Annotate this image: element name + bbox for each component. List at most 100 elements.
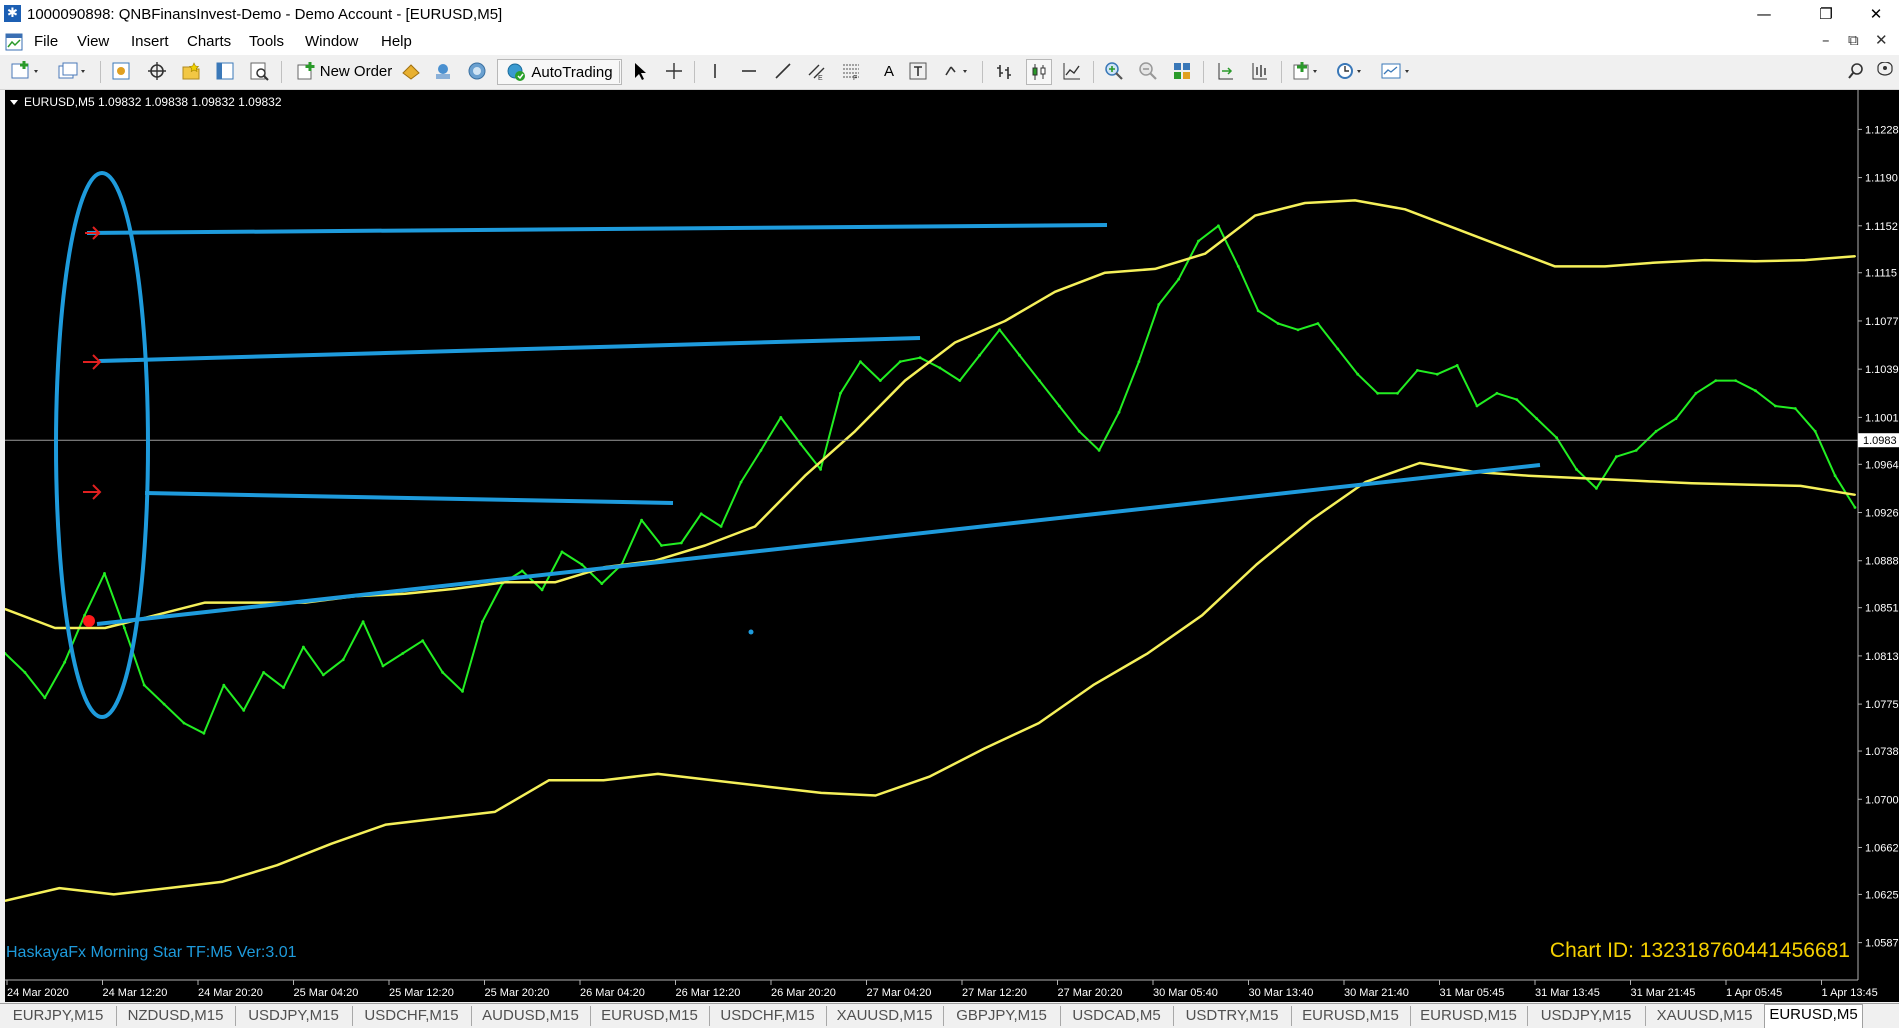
- vertical-line-icon[interactable]: [703, 59, 727, 83]
- profiles-icon[interactable]: [55, 59, 91, 83]
- navigator-icon[interactable]: [178, 59, 204, 83]
- child-minimize-button[interactable]: –: [1822, 31, 1830, 49]
- chart-tab[interactable]: AUDUSD,M15: [471, 1006, 591, 1026]
- menu-window[interactable]: Window: [305, 33, 358, 50]
- data-point: [404, 592, 406, 595]
- autoscroll-icon[interactable]: [1247, 59, 1271, 83]
- chart-tab[interactable]: USDJPY,M15: [1527, 1006, 1646, 1026]
- y-tick-label: 1.0775: [1865, 699, 1899, 711]
- x-tick-label: 26 Mar 04:20: [580, 987, 645, 999]
- data-point: [254, 601, 256, 604]
- templates-icon[interactable]: [1378, 59, 1416, 83]
- close-button[interactable]: ✕: [1853, 0, 1899, 29]
- candlesticks-icon[interactable]: [1026, 59, 1052, 85]
- menu-help[interactable]: Help: [381, 33, 412, 50]
- horizontal-line-icon[interactable]: [737, 59, 761, 83]
- chart-tab[interactable]: XAUUSD,M15: [826, 1006, 944, 1026]
- data-point: [1201, 614, 1204, 617]
- data-point: [481, 620, 484, 623]
- chart-tab[interactable]: EURUSD,M5: [1764, 1004, 1863, 1028]
- chart-tab[interactable]: GBPJPY,M15: [943, 1006, 1061, 1026]
- new-order-button[interactable]: New Order: [288, 59, 400, 83]
- trendline-icon[interactable]: [771, 59, 795, 83]
- autotrading-icon: [507, 63, 526, 81]
- menu-file[interactable]: File: [34, 33, 58, 50]
- y-tick-label: 1.1190: [1865, 173, 1898, 185]
- metaeditor-icon[interactable]: [398, 59, 424, 83]
- text-icon[interactable]: A: [874, 59, 904, 83]
- chart-window-icon[interactable]: [5, 33, 23, 51]
- toolbar: New Order AutoTrading E F A: [0, 55, 1899, 90]
- title-bar: ✱ 1000090898: QNBFinansInvest-Demo - Dem…: [0, 0, 1899, 29]
- chart-tab[interactable]: USDCAD,M5: [1060, 1006, 1174, 1026]
- data-point: [929, 775, 931, 778]
- chart-tab[interactable]: EURUSD,M15: [590, 1006, 710, 1026]
- chart-tab[interactable]: USDJPY,M15: [235, 1006, 353, 1026]
- data-point: [739, 480, 743, 484]
- y-tick-label: 1.1077: [1865, 316, 1899, 328]
- chart-tab[interactable]: NZDUSD,M15: [116, 1006, 236, 1026]
- data-point: [1745, 483, 1748, 486]
- y-tick-label: 1.1115: [1865, 268, 1897, 280]
- equidistant-channel-icon[interactable]: E: [805, 59, 829, 83]
- periods-icon[interactable]: [1334, 59, 1368, 83]
- menu-charts[interactable]: Charts: [187, 33, 231, 50]
- arrows-icon[interactable]: [940, 59, 974, 83]
- chart-tab[interactable]: USDCHF,M15: [709, 1006, 827, 1026]
- data-point: [1336, 347, 1340, 351]
- chart-tab[interactable]: EURJPY,M15: [0, 1006, 117, 1026]
- text-label-icon[interactable]: [906, 59, 930, 83]
- data-point: [441, 671, 444, 674]
- crosshair-icon[interactable]: [662, 59, 686, 83]
- data-point: [1774, 404, 1777, 408]
- tile-windows-icon[interactable]: [1170, 59, 1194, 83]
- data-point: [1654, 429, 1658, 433]
- chart-area[interactable]: 1.1228 1.1190 1.1152 1.1115 1.1077 1.1039 1.10…: [3, 90, 1899, 1002]
- data-point: [819, 468, 822, 471]
- menu-view[interactable]: View: [77, 33, 109, 50]
- signals-icon[interactable]: [430, 59, 456, 83]
- line-chart-icon[interactable]: [1060, 59, 1084, 83]
- menu-insert[interactable]: Insert: [131, 33, 169, 50]
- indicators-icon[interactable]: [1290, 59, 1324, 83]
- data-point: [1854, 493, 1856, 496]
- data-point: [1304, 202, 1306, 204]
- data-point: [656, 772, 659, 775]
- market-watch-icon[interactable]: [108, 59, 134, 83]
- data-point: [222, 683, 226, 687]
- maximize-button[interactable]: ❐: [1803, 0, 1849, 29]
- data-point: [874, 794, 877, 797]
- community-chat-icon[interactable]: [1874, 59, 1896, 83]
- chart-tab[interactable]: USDCHF,M15: [352, 1006, 472, 1026]
- minimize-button[interactable]: —: [1741, 0, 1787, 29]
- x-tick-label: 31 Mar 13:45: [1535, 987, 1600, 999]
- chart-shift-icon[interactable]: [1213, 59, 1237, 83]
- chart-tab[interactable]: EURUSD,M15: [1410, 1006, 1528, 1026]
- menu-tools[interactable]: Tools: [249, 33, 284, 50]
- cursor-icon[interactable]: [628, 59, 652, 83]
- child-close-button[interactable]: ✕: [1875, 31, 1888, 49]
- chart-tab[interactable]: XAUUSD,M15: [1645, 1006, 1765, 1026]
- data-window-icon[interactable]: [144, 59, 170, 83]
- chart-tab[interactable]: EURUSD,M15: [1291, 1006, 1411, 1026]
- zoom-in-icon[interactable]: [1102, 59, 1126, 83]
- bar-chart-icon[interactable]: [992, 59, 1016, 83]
- strategy-tester-icon[interactable]: [246, 59, 272, 83]
- community-icon[interactable]: [464, 59, 490, 83]
- data-point: [1255, 563, 1258, 566]
- new-chart-icon[interactable]: [8, 59, 44, 83]
- data-point: [1354, 199, 1356, 202]
- autotrading-button[interactable]: AutoTrading: [497, 59, 622, 85]
- search-icon[interactable]: [1845, 59, 1867, 83]
- fibonacci-icon[interactable]: F: [839, 59, 863, 83]
- terminal-icon[interactable]: [212, 59, 238, 83]
- data-point: [878, 379, 882, 382]
- data-point: [341, 658, 345, 662]
- zoom-out-icon[interactable]: [1136, 59, 1160, 83]
- child-restore-button[interactable]: ⧉: [1848, 31, 1859, 49]
- x-tick-label: 25 Mar 04:20: [294, 987, 359, 999]
- chart-canvas[interactable]: 1.1228 1.1190 1.1152 1.1115 1.1077 1.1039 1.10…: [3, 90, 1899, 1002]
- data-point: [330, 842, 333, 845]
- data-point: [262, 671, 265, 674]
- chart-tab[interactable]: USDTRY,M15: [1173, 1006, 1292, 1026]
